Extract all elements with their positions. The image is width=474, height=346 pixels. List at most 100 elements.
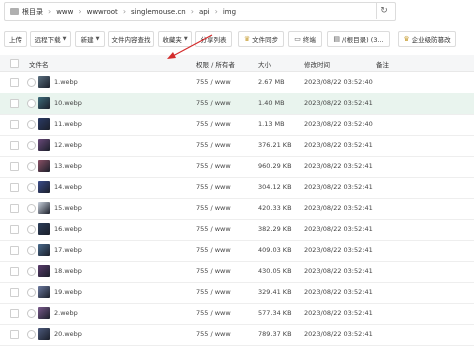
column-perm[interactable]: 权限 / 所有者 [196, 59, 235, 69]
row-checkbox[interactable] [10, 246, 19, 255]
favorite-icon[interactable] [27, 99, 36, 108]
file-name[interactable]: 19.webp [54, 288, 82, 296]
table-row[interactable]: 15.webp 755 / www 420.33 KB 2023/08/22 03:5… [0, 198, 474, 220]
row-checkbox[interactable] [10, 120, 19, 129]
file-perm[interactable]: 755 / www [196, 309, 231, 317]
favorite-icon[interactable] [27, 78, 36, 87]
file-name[interactable]: 15.webp [54, 204, 82, 212]
file-name[interactable]: 1.webp [54, 78, 78, 86]
file-name[interactable]: 18.webp [54, 267, 82, 275]
row-checkbox[interactable] [10, 330, 19, 339]
file-perm[interactable]: 755 / www [196, 183, 231, 191]
file-perm[interactable]: 755 / www [196, 204, 231, 212]
favorite-icon[interactable] [27, 309, 36, 318]
share-list-button[interactable]: 分享列表 [195, 31, 232, 47]
file-perm[interactable]: 755 / www [196, 141, 231, 149]
file-name[interactable]: 13.webp [54, 162, 82, 170]
column-size[interactable]: 大小 [258, 59, 271, 69]
file-name[interactable]: 20.webp [54, 330, 82, 338]
file-name[interactable]: 10.webp [54, 99, 82, 107]
row-checkbox[interactable] [10, 309, 19, 318]
image-thumbnail [38, 76, 50, 88]
file-perm[interactable]: 755 / www [196, 267, 231, 275]
crown-icon: ♛ [403, 35, 410, 43]
breadcrumb-item[interactable]: 根目录 [22, 7, 43, 17]
disk-label: /(根目录) (3... [341, 36, 384, 44]
file-size: 382.29 KB [258, 225, 292, 233]
favorite-icon[interactable] [27, 204, 36, 213]
terminal-button[interactable]: ▭ 终端 [288, 31, 322, 47]
file-name[interactable]: 11.webp [54, 120, 82, 128]
image-thumbnail [38, 244, 50, 256]
favorite-icon[interactable] [27, 288, 36, 297]
file-perm[interactable]: 755 / www [196, 99, 231, 107]
column-mtime[interactable]: 修改时间 [304, 59, 330, 69]
breadcrumb-api[interactable]: api [194, 3, 215, 20]
breadcrumb-item[interactable]: api [199, 8, 210, 16]
breadcrumb-img[interactable]: img [218, 3, 241, 20]
table-row[interactable]: 1.webp 755 / www 2.67 MB 2023/08/22 03:52:4… [0, 72, 474, 94]
file-name[interactable]: 16.webp [54, 225, 82, 233]
file-name[interactable]: 2.webp [54, 309, 78, 317]
table-row[interactable]: 10.webp 755 / www 1.40 MB 2023/08/22 03:52:… [0, 93, 474, 115]
remote-download-button[interactable]: 远程下载 ▼ [30, 31, 71, 47]
table-row[interactable]: 12.webp 755 / www 376.21 KB 2023/08/22 03:5… [0, 135, 474, 157]
table-row[interactable]: 11.webp 755 / www 1.13 MB 2023/08/22 03:52:… [0, 114, 474, 136]
table-row[interactable]: 17.webp 755 / www 409.03 KB 2023/08/22 03:5… [0, 240, 474, 262]
table-row[interactable]: 18.webp 755 / www 430.05 KB 2023/08/22 03:5… [0, 261, 474, 283]
enterprise-backup-button[interactable]: ♛ 企业级防篡改 [398, 31, 456, 47]
file-perm[interactable]: 755 / www [196, 246, 231, 254]
row-checkbox[interactable] [10, 141, 19, 150]
file-perm[interactable]: 755 / www [196, 120, 231, 128]
favorite-icon[interactable] [27, 267, 36, 276]
column-name[interactable]: 文件名 [29, 59, 49, 69]
favorite-icon[interactable] [27, 330, 36, 339]
row-checkbox[interactable] [10, 204, 19, 213]
breadcrumb-item[interactable]: wwwroot [87, 8, 118, 16]
file-perm[interactable]: 755 / www [196, 78, 231, 86]
file-name[interactable]: 14.webp [54, 183, 82, 191]
table-row[interactable]: 2.webp 755 / www 577.34 KB 2023/08/22 03:52… [0, 303, 474, 325]
table-row[interactable]: 14.webp 755 / www 304.12 KB 2023/08/22 03:5… [0, 177, 474, 199]
favorites-button[interactable]: 收藏夹 ▼ [158, 31, 192, 47]
file-name[interactable]: 17.webp [54, 246, 82, 254]
table-row[interactable]: 19.webp 755 / www 329.41 KB 2023/08/22 03:5… [0, 282, 474, 304]
table-row[interactable]: 16.webp 755 / www 382.29 KB 2023/08/22 03:5… [0, 219, 474, 241]
row-checkbox[interactable] [10, 288, 19, 297]
breadcrumb-item[interactable]: www [56, 8, 73, 16]
breadcrumb-www[interactable]: www [51, 3, 78, 20]
file-perm[interactable]: 755 / www [196, 162, 231, 170]
breadcrumb-item[interactable]: img [223, 8, 236, 16]
breadcrumb-root[interactable]: 根目录 [5, 3, 48, 20]
row-checkbox[interactable] [10, 162, 19, 171]
breadcrumb-item[interactable]: singlemouse.cn [131, 8, 186, 16]
row-checkbox[interactable] [10, 183, 19, 192]
table-row[interactable]: 13.webp 755 / www 960.29 KB 2023/08/22 03:5… [0, 156, 474, 178]
file-name[interactable]: 12.webp [54, 141, 82, 149]
breadcrumb-domain[interactable]: singlemouse.cn [126, 3, 191, 20]
file-perm[interactable]: 755 / www [196, 225, 231, 233]
breadcrumb-wwwroot[interactable]: wwwroot [82, 3, 123, 20]
row-checkbox[interactable] [10, 99, 19, 108]
file-perm[interactable]: 755 / www [196, 330, 231, 338]
favorite-icon[interactable] [27, 162, 36, 171]
search-content-button[interactable]: 文件内容查找 [108, 31, 154, 47]
row-checkbox[interactable] [10, 78, 19, 87]
favorite-icon[interactable] [27, 246, 36, 255]
favorite-icon[interactable] [27, 141, 36, 150]
upload-button[interactable]: 上传 [4, 31, 27, 47]
file-sync-button[interactable]: ♛ 文件同步 [238, 31, 284, 47]
favorite-icon[interactable] [27, 183, 36, 192]
favorite-icon[interactable] [27, 120, 36, 129]
table-row[interactable]: 20.webp 755 / www 789.37 KB 2023/08/22 03:5… [0, 324, 474, 346]
refresh-icon[interactable]: ↻ [376, 2, 391, 19]
select-all-checkbox[interactable] [10, 59, 19, 68]
file-perm[interactable]: 755 / www [196, 288, 231, 296]
image-thumbnail [38, 286, 50, 298]
row-checkbox[interactable] [10, 225, 19, 234]
row-checkbox[interactable] [10, 267, 19, 276]
favorite-icon[interactable] [27, 225, 36, 234]
file-size: 304.12 KB [258, 183, 292, 191]
new-button[interactable]: 新建 ▼ [75, 31, 105, 47]
disk-button[interactable]: ▤/(根目录) (3... [327, 31, 390, 47]
